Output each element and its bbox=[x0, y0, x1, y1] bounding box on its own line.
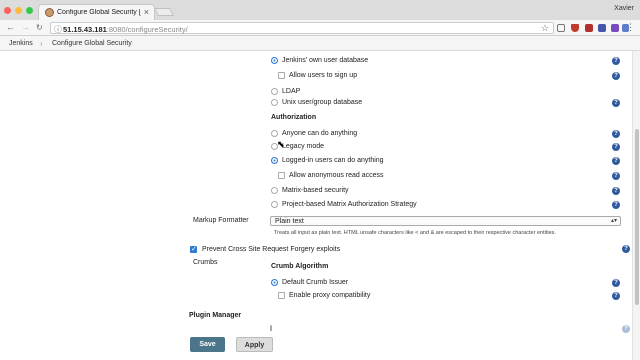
csrf-label: Prevent Cross Site Request Forgery explo… bbox=[202, 246, 341, 253]
browser-menu-icon[interactable]: ⋮ bbox=[626, 22, 635, 33]
realm-ldap-radio[interactable] bbox=[271, 88, 278, 95]
breadcrumb-separator-icon: › bbox=[40, 39, 43, 48]
proxy-compat-label: Enable proxy compatibility bbox=[289, 292, 371, 299]
plugin-manager-option-partial bbox=[270, 325, 400, 331]
help-icon[interactable]: ? bbox=[612, 157, 620, 165]
csrf-row: Prevent Cross Site Request Forgery explo… bbox=[190, 244, 490, 255]
help-icon[interactable]: ? bbox=[612, 201, 620, 209]
authz-matrix-radio[interactable] bbox=[271, 187, 278, 194]
realm-jenkins-db-label: Jenkins' own user database bbox=[282, 57, 369, 64]
plugin-option-checkbox[interactable] bbox=[270, 325, 272, 331]
authz-project-matrix-label: Project-based Matrix Authorization Strat… bbox=[282, 201, 417, 208]
allow-signup-checkbox[interactable] bbox=[278, 72, 285, 79]
info-icon[interactable]: ⓘ bbox=[54, 24, 62, 35]
extension-abp-icon[interactable] bbox=[585, 24, 593, 32]
breadcrumb-configure-global-security[interactable]: Configure Global Security bbox=[52, 40, 132, 47]
address-bar[interactable]: ⓘ 51.15.43.181:8080/configureSecurity/ ☆ bbox=[50, 22, 554, 34]
authz-option-logged-in: Logged-in users can do anything bbox=[271, 155, 571, 166]
proxy-compat-checkbox[interactable] bbox=[278, 292, 285, 299]
authz-option-project-matrix: Project-based Matrix Authorization Strat… bbox=[271, 199, 591, 210]
browser-toolbar: ← → ↻ ⓘ 51.15.43.181:8080/configureSecur… bbox=[0, 20, 640, 36]
allow-signup-row: Allow users to sign up bbox=[278, 70, 578, 81]
authz-anyone-radio[interactable] bbox=[271, 130, 278, 137]
help-icon[interactable]: ? bbox=[612, 130, 620, 138]
help-icon[interactable]: ? bbox=[612, 72, 620, 80]
scrollbar-thumb[interactable] bbox=[635, 129, 639, 305]
url-text[interactable]: 51.15.43.181:8080/configureSecurity/ bbox=[63, 25, 188, 34]
browser-tab-active[interactable]: Configure Global Security [Je × bbox=[38, 4, 155, 20]
markup-formatter-value: Plain text bbox=[275, 218, 304, 225]
authz-logged-in-label: Logged-in users can do anything bbox=[282, 157, 384, 164]
authz-option-legacy: Legacy mode bbox=[271, 141, 571, 152]
reload-icon[interactable]: ↻ bbox=[36, 23, 43, 32]
cast-icon[interactable] bbox=[557, 24, 565, 32]
help-icon[interactable]: ? bbox=[612, 143, 620, 151]
shield-icon[interactable] bbox=[571, 24, 579, 32]
allow-anonymous-row: Allow anonymous read access bbox=[278, 170, 578, 181]
realm-ldap-label: LDAP bbox=[282, 88, 301, 95]
allow-signup-label: Allow users to sign up bbox=[289, 72, 358, 79]
realm-jenkins-db-row: Jenkins' own user database bbox=[271, 55, 631, 66]
help-icon[interactable]: ? bbox=[612, 172, 620, 180]
new-tab-button[interactable] bbox=[154, 8, 174, 16]
authorization-heading: Authorization bbox=[271, 114, 317, 121]
mouse-cursor-icon: ⬉ bbox=[277, 139, 285, 149]
help-icon[interactable]: ? bbox=[612, 279, 620, 287]
select-arrows-icon: ▴▾ bbox=[610, 218, 617, 224]
authz-project-matrix-radio[interactable] bbox=[271, 201, 278, 208]
plugin-manager-heading: Plugin Manager bbox=[189, 312, 242, 319]
jenkins-favicon-icon bbox=[45, 8, 54, 17]
authz-logged-in-radio[interactable] bbox=[271, 157, 278, 164]
csrf-checkbox[interactable] bbox=[190, 245, 197, 253]
realm-unix-radio[interactable] bbox=[271, 99, 278, 106]
authz-anyone-label: Anyone can do anything bbox=[282, 130, 358, 137]
extension-purple-icon[interactable] bbox=[611, 24, 619, 32]
realm-jenkins-db-radio[interactable] bbox=[271, 57, 278, 64]
authz-legacy-label: Legacy mode bbox=[282, 143, 325, 150]
breadcrumb-jenkins[interactable]: Jenkins bbox=[9, 40, 33, 47]
help-icon[interactable]: ? bbox=[612, 187, 620, 195]
realm-unix-row: Unix user/group database bbox=[271, 97, 571, 108]
allow-anonymous-checkbox[interactable] bbox=[278, 172, 285, 179]
help-icon[interactable]: ? bbox=[612, 99, 620, 107]
forward-icon[interactable]: → bbox=[21, 22, 30, 32]
markup-formatter-select[interactable]: Plain text ▴▾ bbox=[270, 216, 621, 226]
back-icon[interactable]: ← bbox=[6, 22, 15, 32]
markup-formatter-label: Markup Formatter bbox=[193, 217, 249, 224]
extension-icon[interactable] bbox=[598, 24, 606, 32]
help-icon[interactable]: ? bbox=[612, 292, 620, 300]
breadcrumb: Jenkins › Configure Global Security bbox=[0, 36, 640, 51]
proxy-compat-row: Enable proxy compatibility bbox=[278, 290, 578, 301]
authz-option-anyone: Anyone can do anything bbox=[271, 128, 571, 139]
bookmark-star-icon[interactable]: ☆ bbox=[541, 23, 549, 34]
crumb-algorithm-heading: Crumb Algorithm bbox=[271, 263, 329, 270]
apply-button[interactable]: Apply bbox=[236, 337, 273, 352]
minimize-window-button[interactable] bbox=[15, 7, 22, 14]
default-crumb-issuer-row: Default Crumb Issuer bbox=[271, 277, 571, 288]
authz-option-matrix: Matrix-based security bbox=[271, 185, 571, 196]
page-scrollbar[interactable] bbox=[632, 51, 640, 360]
markup-formatter-description: Treats all input as plain text. HTML uns… bbox=[274, 230, 556, 236]
default-crumb-issuer-label: Default Crumb Issuer bbox=[282, 279, 349, 286]
tab-close-icon[interactable]: × bbox=[144, 7, 149, 17]
help-icon[interactable]: ? bbox=[622, 245, 630, 253]
realm-ldap-row: LDAP bbox=[271, 86, 571, 97]
help-icon[interactable]: ? bbox=[612, 57, 620, 65]
allow-anonymous-label: Allow anonymous read access bbox=[289, 172, 384, 179]
default-crumb-issuer-radio[interactable] bbox=[271, 279, 278, 286]
authz-matrix-label: Matrix-based security bbox=[282, 187, 349, 194]
realm-unix-label: Unix user/group database bbox=[282, 99, 363, 106]
main-content: Jenkins' own user database ? Allow users… bbox=[0, 51, 632, 360]
maximize-window-button[interactable] bbox=[26, 7, 33, 14]
browser-tab-strip: Configure Global Security [Je × Xavier bbox=[0, 0, 640, 20]
profile-name[interactable]: Xavier bbox=[614, 5, 634, 12]
crumbs-label: Crumbs bbox=[193, 259, 218, 266]
save-button[interactable]: Save bbox=[190, 337, 225, 352]
close-window-button[interactable] bbox=[4, 7, 11, 14]
help-icon[interactable]: ? bbox=[622, 325, 630, 333]
tab-title: Configure Global Security [Je bbox=[57, 9, 141, 16]
